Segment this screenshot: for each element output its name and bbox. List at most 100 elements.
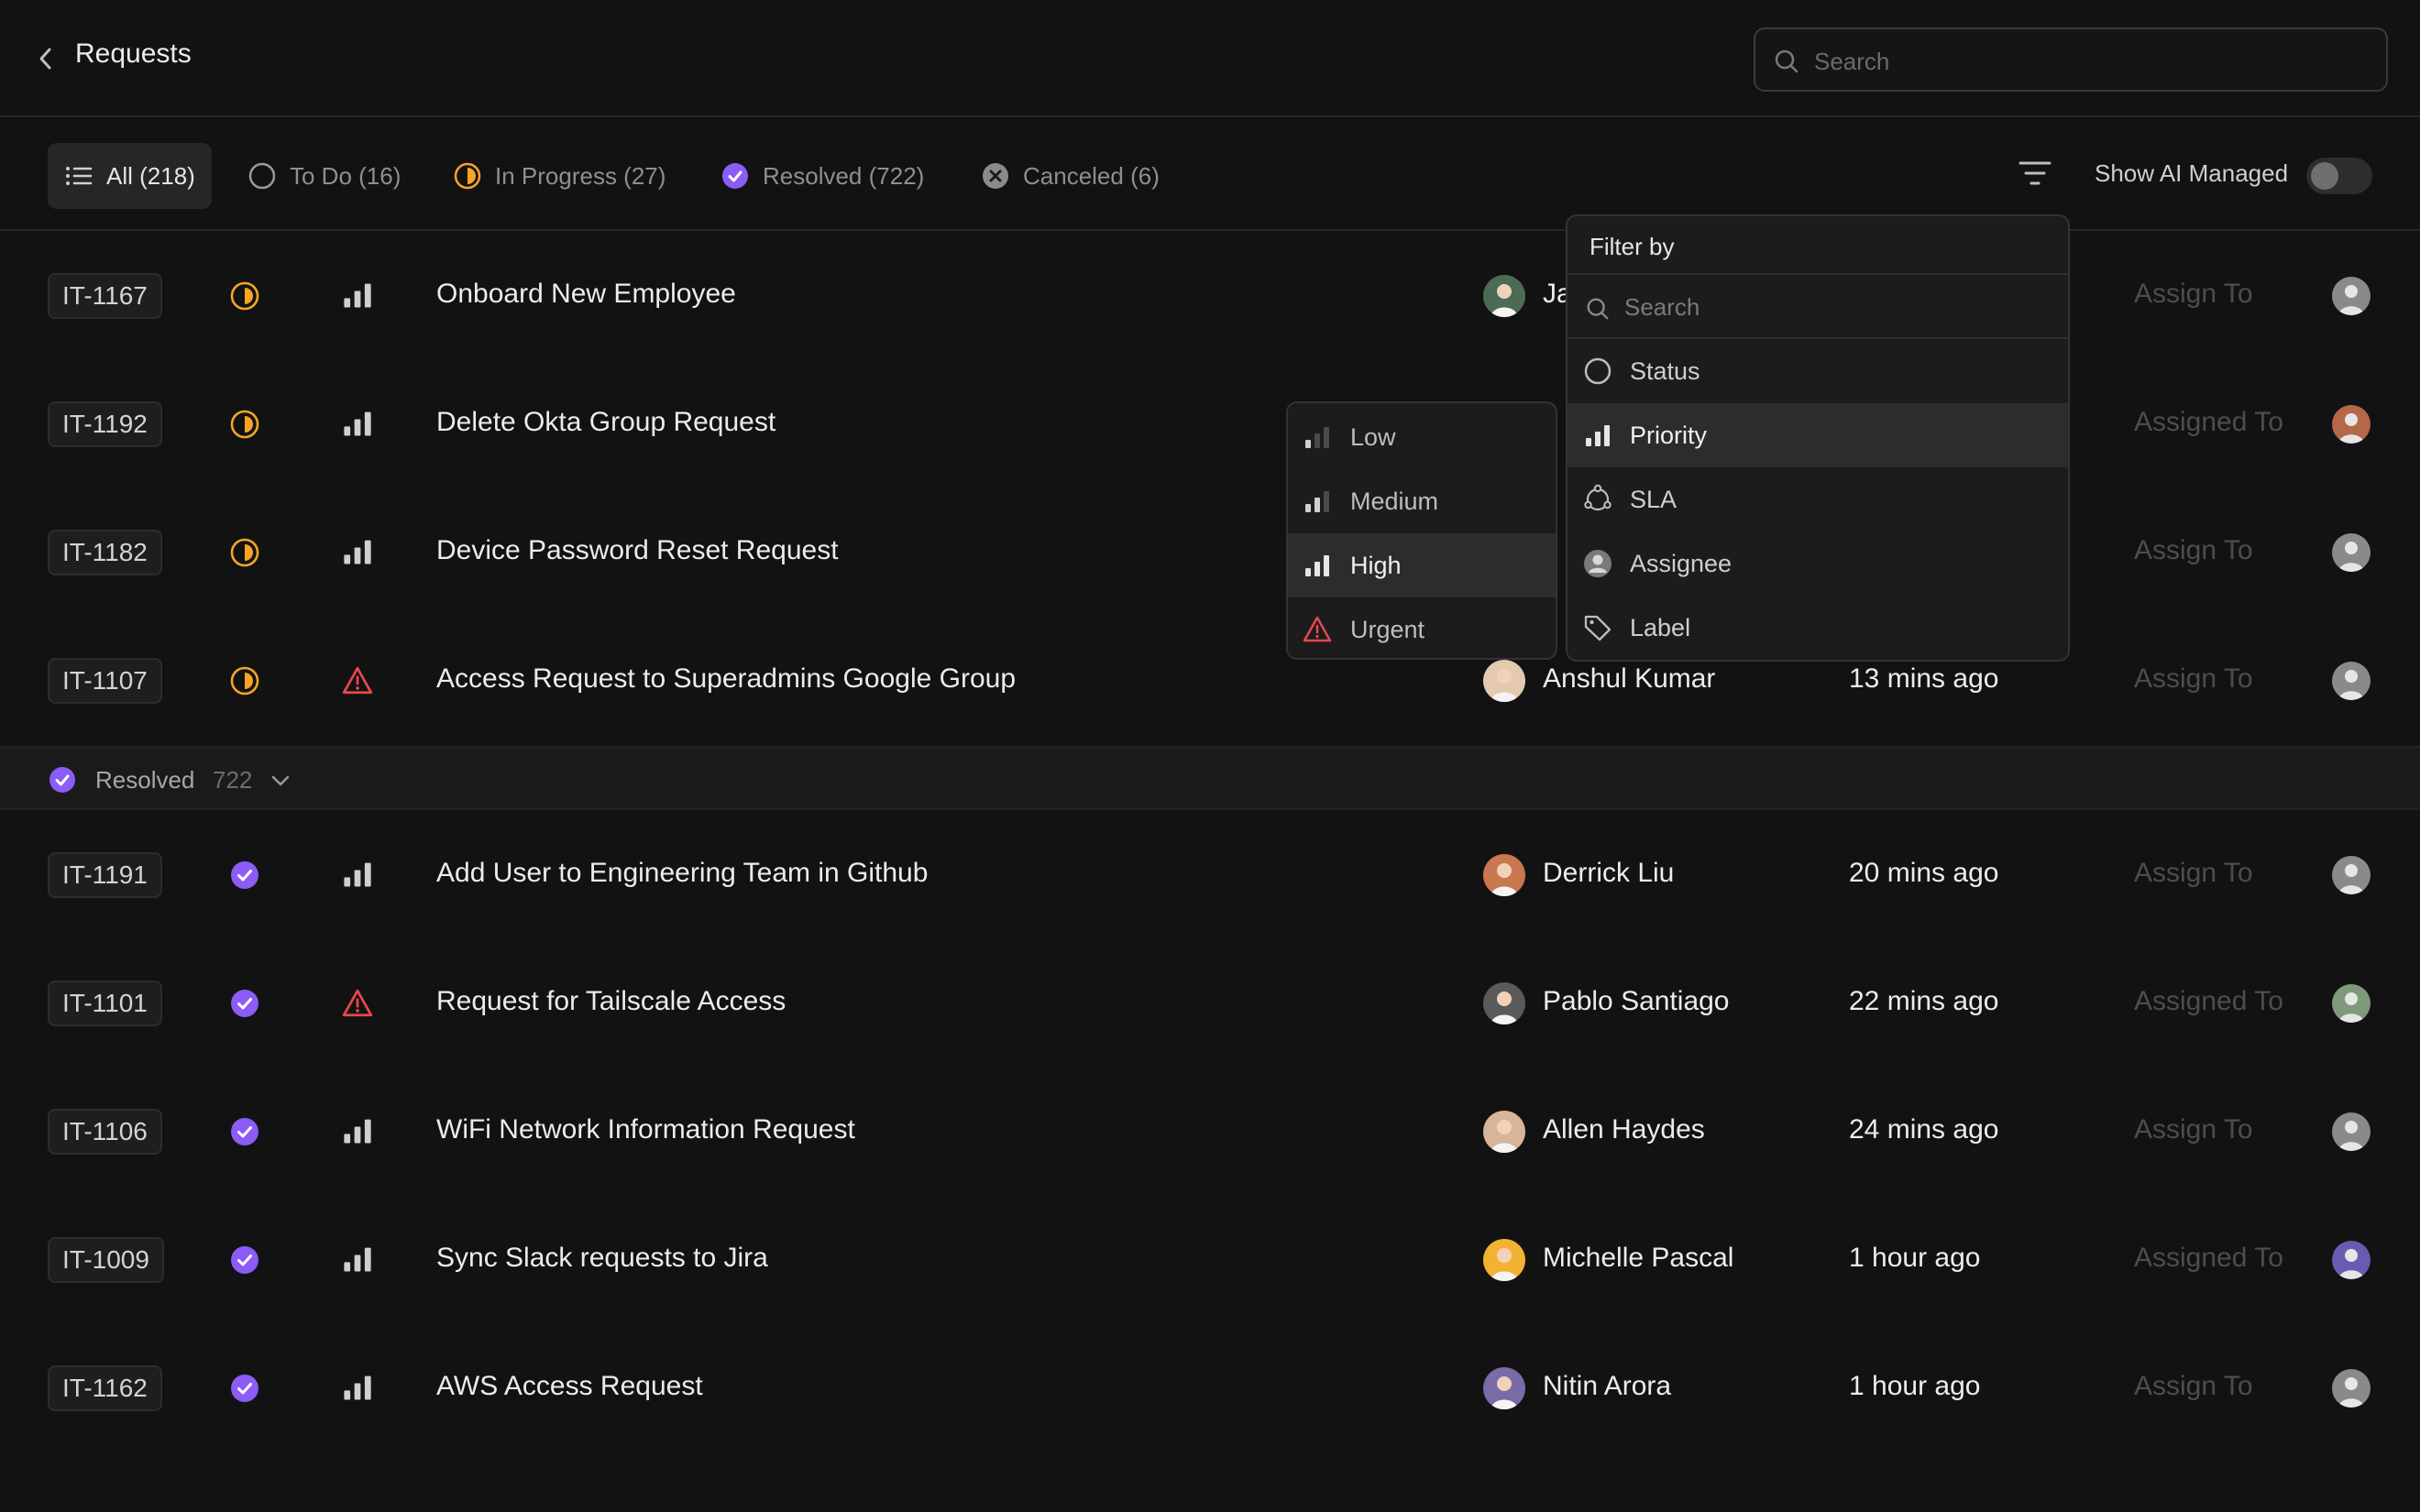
request-title[interactable]: Onboard New Employee [436, 279, 736, 310]
check-circle-icon [50, 767, 75, 793]
priority-option-urgent[interactable]: Urgent [1288, 597, 1556, 658]
assignee-avatar[interactable] [2332, 1369, 2370, 1408]
priority-low-icon [1305, 427, 1329, 448]
status-indicator[interactable] [229, 409, 260, 444]
filter-option-label-text: Label [1630, 614, 1691, 641]
priority-option-low[interactable]: Low [1288, 405, 1556, 469]
tab-in-progress[interactable]: In Progress (27) [436, 143, 682, 209]
priority-high-icon [344, 283, 371, 308]
priority-indicator[interactable] [341, 988, 374, 1024]
request-title[interactable]: WiFi Network Information Request [436, 1114, 855, 1145]
request-title[interactable]: AWS Access Request [436, 1371, 703, 1402]
user-icon [2332, 984, 2370, 1023]
priority-option-high[interactable]: High [1288, 533, 1556, 597]
list-icon [66, 167, 93, 185]
status-indicator[interactable] [229, 665, 260, 701]
user-icon [2332, 856, 2370, 894]
request-title[interactable]: Request for Tailscale Access [436, 986, 786, 1017]
back-button[interactable] [33, 40, 59, 77]
status-indicator[interactable] [229, 1373, 260, 1408]
assign-to-button[interactable]: Assign To [2134, 535, 2253, 566]
chevron-down-icon[interactable] [268, 768, 293, 794]
request-id-badge[interactable]: IT-1009 [48, 1237, 164, 1283]
priority-indicator[interactable] [341, 280, 374, 314]
assign-to-button[interactable]: Assigned To [2134, 986, 2283, 1017]
tab-resolved[interactable]: Resolved (722) [704, 143, 940, 209]
filter-option-label[interactable]: Label [1568, 596, 2068, 660]
assignee-avatar[interactable] [2332, 533, 2370, 572]
priority-indicator[interactable] [341, 409, 374, 443]
request-title[interactable]: Device Password Reset Request [436, 535, 839, 566]
requester-avatar [1483, 1111, 1525, 1153]
request-title[interactable]: Add User to Engineering Team in Github [436, 858, 928, 889]
status-indicator[interactable] [229, 860, 260, 895]
filter-search-input[interactable]: Search [1568, 275, 2068, 339]
priority-indicator[interactable] [341, 1244, 374, 1278]
tab-to-do[interactable]: To Do (16) [231, 143, 417, 209]
resolved-icon [231, 990, 258, 1017]
priority-high-icon [344, 411, 371, 436]
request-id-badge[interactable]: IT-1106 [48, 1109, 162, 1155]
assignee-avatar[interactable] [2332, 405, 2370, 444]
assign-to-button[interactable]: Assign To [2134, 1114, 2253, 1145]
circle-icon [1584, 357, 1612, 385]
priority-option-label: Low [1350, 423, 1396, 451]
assign-to-button[interactable]: Assign To [2134, 279, 2253, 310]
assign-to-button[interactable]: Assigned To [2134, 1243, 2283, 1274]
assign-to-button[interactable]: Assign To [2134, 663, 2253, 695]
filter-option-status[interactable]: Status [1568, 339, 2068, 403]
assignee-avatar[interactable] [2332, 984, 2370, 1023]
tab-canceled[interactable]: Canceled (6) [964, 143, 1176, 209]
filter-icon[interactable] [2017, 158, 2053, 189]
request-row[interactable]: IT-1101 Request for Tailscale Access Pablo… [0, 938, 2420, 1067]
resolved-icon [231, 861, 258, 889]
status-indicator[interactable] [229, 280, 260, 316]
search-input[interactable]: Search [1754, 27, 2388, 92]
assign-to-button[interactable]: Assign To [2134, 1371, 2253, 1402]
tab-label: All (218) [106, 161, 195, 190]
request-id-badge[interactable]: IT-1182 [48, 530, 162, 575]
assignee-avatar[interactable] [2332, 1112, 2370, 1151]
request-id-badge[interactable]: IT-1107 [48, 658, 162, 704]
assignee-avatar[interactable] [2332, 277, 2370, 315]
request-id-badge[interactable]: IT-1167 [48, 273, 162, 319]
resolved-section-header[interactable]: Resolved 722 [0, 746, 2420, 810]
request-id-badge[interactable]: IT-1192 [48, 401, 162, 447]
request-title[interactable]: Delete Okta Group Request [436, 407, 776, 438]
priority-indicator[interactable] [341, 1116, 374, 1150]
assignee-avatar[interactable] [2332, 662, 2370, 700]
avatar [1483, 660, 1525, 702]
priority-high-icon [344, 1247, 371, 1272]
requester-name: Allen Haydes [1543, 1114, 1705, 1145]
request-title[interactable]: Sync Slack requests to Jira [436, 1243, 768, 1274]
assign-to-button[interactable]: Assigned To [2134, 407, 2283, 438]
request-row[interactable]: IT-1106 WiFi Network Information Request A… [0, 1067, 2420, 1195]
priority-indicator[interactable] [341, 537, 374, 571]
request-row[interactable]: IT-1009 Sync Slack requests to Jira Michel… [0, 1195, 2420, 1323]
filter-option-sla[interactable]: SLA [1568, 467, 2068, 531]
request-id-badge[interactable]: IT-1101 [48, 981, 162, 1026]
status-indicator[interactable] [229, 1116, 260, 1152]
assignee-avatar[interactable] [2332, 856, 2370, 894]
status-indicator[interactable] [229, 1244, 260, 1280]
assign-to-button[interactable]: Assign To [2134, 858, 2253, 889]
requester-name: Anshul Kumar [1543, 663, 1716, 694]
priority-high-icon [344, 1375, 371, 1400]
status-indicator[interactable] [229, 988, 260, 1024]
filter-option-label: Status [1630, 357, 1700, 385]
filter-option-priority[interactable]: Priority [1568, 403, 2068, 467]
priority-option-medium[interactable]: Medium [1288, 469, 1556, 533]
priority-indicator[interactable] [341, 665, 374, 701]
request-id-badge[interactable]: IT-1162 [48, 1365, 162, 1411]
request-title[interactable]: Access Request to Superadmins Google Gro… [436, 663, 1016, 695]
priority-indicator[interactable] [341, 860, 374, 893]
status-indicator[interactable] [229, 537, 260, 573]
assignee-avatar[interactable] [2332, 1241, 2370, 1279]
request-row[interactable]: IT-1162 AWS Access Request Nitin Arora 1 ho… [0, 1323, 2420, 1452]
filter-option-assignee[interactable]: Assignee [1568, 531, 2068, 596]
tab-all[interactable]: All (218) [48, 143, 212, 209]
show-ai-managed-toggle[interactable] [2306, 158, 2372, 194]
request-id-badge[interactable]: IT-1191 [48, 852, 162, 898]
priority-indicator[interactable] [341, 1373, 374, 1407]
request-row[interactable]: IT-1191 Add User to Engineering Team in G… [0, 810, 2420, 938]
